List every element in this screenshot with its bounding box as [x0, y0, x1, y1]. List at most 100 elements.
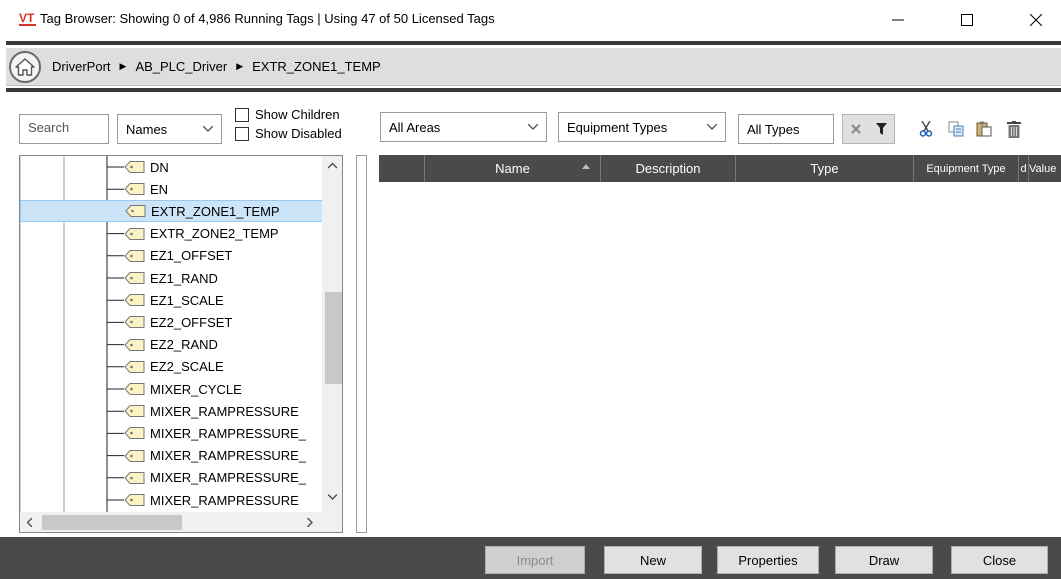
- tag-icon: [124, 316, 145, 329]
- names-select[interactable]: Names: [117, 114, 222, 144]
- column-header-type[interactable]: Type: [736, 155, 914, 182]
- title-bar: VT Tag Browser: Showing 0 of 4,986 Runni…: [0, 0, 1061, 40]
- breadcrumb-separator-icon: ▶: [236, 61, 244, 71]
- tree-item-label: EN: [150, 181, 169, 197]
- names-select-value: Names: [126, 121, 168, 137]
- tag-icon: [124, 338, 145, 351]
- header-divider: [6, 41, 1061, 45]
- show-disabled-checkbox[interactable]: [235, 126, 249, 141]
- close-button[interactable]: Close: [951, 546, 1048, 574]
- tree-vertical-scrollbar[interactable]: [322, 156, 342, 512]
- breadcrumb-item[interactable]: AB_PLC_Driver: [135, 59, 227, 74]
- cut-button[interactable]: [912, 114, 940, 144]
- show-disabled-option[interactable]: Show Disabled: [235, 126, 342, 141]
- grid-row-header: [379, 155, 425, 182]
- tree-vertical-scroll-thumb[interactable]: [325, 292, 342, 384]
- tree-item-label: EZ1_SCALE: [150, 292, 224, 308]
- column-header-description[interactable]: Description: [601, 155, 736, 182]
- tree-item-label: MIXER_RAMPRESSURE: [150, 492, 299, 508]
- tag-grid[interactable]: Name Description Type Equipment Type d V…: [379, 155, 1061, 533]
- tree-item[interactable]: EN: [124, 178, 168, 200]
- delete-button[interactable]: [1000, 114, 1028, 144]
- tree-item[interactable]: EZ1_OFFSET: [124, 245, 232, 267]
- toolbar: Search Names Show Children Show Disabled…: [0, 97, 1061, 153]
- tree-item[interactable]: MIXER_RAMPRESSURE: [124, 400, 299, 422]
- areas-select[interactable]: All Areas: [380, 112, 547, 142]
- close-window-button[interactable]: [1013, 0, 1059, 40]
- breadcrumb-item[interactable]: EXTR_ZONE1_TEMP: [252, 59, 381, 74]
- column-header-equipment-type[interactable]: Equipment Type: [914, 155, 1019, 182]
- show-children-option[interactable]: Show Children: [235, 107, 340, 122]
- search-input[interactable]: Search: [19, 114, 109, 144]
- types-field[interactable]: All Types: [738, 114, 834, 144]
- home-icon: [15, 58, 35, 76]
- tree-item[interactable]: MIXER_RAMPRESSURE_: [124, 445, 306, 467]
- import-button[interactable]: Import: [485, 546, 585, 574]
- tree-horizontal-scrollbar[interactable]: [20, 512, 322, 532]
- tree-item-label: MIXER_RAMPRESSURE: [150, 403, 299, 419]
- draw-button[interactable]: Draw: [835, 546, 933, 574]
- breadcrumb-bar: DriverPort ▶ AB_PLC_Driver ▶ EXTR_ZONE1_…: [6, 48, 1061, 86]
- tag-icon: [124, 294, 145, 307]
- tree-item[interactable]: EXTR_ZONE2_TEMP: [124, 223, 279, 245]
- tree-item-label: EXTR_ZONE1_TEMP: [151, 203, 280, 219]
- tree-item[interactable]: MIXER_RAMPRESSURE_: [124, 422, 306, 444]
- minimize-icon: [892, 19, 904, 21]
- trash-icon: [1007, 120, 1021, 138]
- breadcrumb-item[interactable]: DriverPort: [52, 59, 111, 74]
- tag-icon: [124, 383, 145, 395]
- column-label: Type: [810, 161, 839, 176]
- scroll-up-icon[interactable]: [328, 163, 337, 169]
- tag-icon: [124, 249, 145, 262]
- tree-item-label: MIXER_RAMPRESSURE_: [150, 470, 307, 486]
- tree-item-label: MIXER_RAMPRESSURE_: [150, 425, 307, 441]
- scroll-down-icon[interactable]: [328, 494, 337, 500]
- scroll-left-icon[interactable]: [27, 518, 33, 527]
- column-label: Name: [495, 161, 530, 176]
- filter-button[interactable]: [869, 115, 895, 143]
- column-header-value[interactable]: Value: [1029, 155, 1061, 182]
- tree-item[interactable]: EZ2_OFFSET: [124, 311, 232, 333]
- scroll-right-icon[interactable]: [307, 518, 313, 527]
- breadcrumb-separator-icon: ▶: [119, 61, 127, 71]
- clear-filter-button[interactable]: [843, 115, 869, 143]
- tree-item[interactable]: DN: [124, 156, 169, 178]
- show-children-checkbox[interactable]: [235, 107, 249, 122]
- tag-icon: [124, 227, 145, 240]
- column-label: d: [1020, 162, 1027, 175]
- column-header-d[interactable]: d: [1019, 155, 1029, 182]
- tree-item[interactable]: EZ1_SCALE: [124, 289, 224, 311]
- equipment-types-select[interactable]: Equipment Types: [558, 112, 726, 142]
- tree-item[interactable]: MIXER_RAMPRESSURE: [124, 489, 299, 511]
- areas-select-value: All Areas: [389, 119, 441, 135]
- tree-item[interactable]: MIXER_RAMPRESSURE_: [124, 467, 306, 489]
- tree-item-label: EZ1_OFFSET: [150, 248, 233, 264]
- show-children-label: Show Children: [255, 107, 340, 122]
- tree-item[interactable]: EZ2_SCALE: [124, 356, 224, 378]
- paste-button[interactable]: [970, 114, 998, 144]
- tag-icon: [124, 272, 145, 284]
- panel-splitter[interactable]: [356, 155, 367, 533]
- tag-icon: [124, 494, 145, 506]
- home-button[interactable]: [9, 51, 41, 83]
- copy-button[interactable]: [942, 114, 970, 144]
- tag-tree[interactable]: DN EN EXTR_ZONE1_TEMP EXTR_ZONE2_TEMP EZ1_OF…: [19, 155, 343, 533]
- tree-item-label: EZ2_RAND: [150, 337, 218, 353]
- tree-item[interactable]: EZ2_RAND: [124, 334, 218, 356]
- maximize-button[interactable]: [944, 0, 990, 40]
- minimize-button[interactable]: [875, 0, 921, 40]
- chevron-down-icon: [528, 124, 538, 130]
- tag-icon: [124, 161, 145, 173]
- tree-item-label: MIXER_RAMPRESSURE_: [150, 448, 307, 464]
- tree-item[interactable]: MIXER_CYCLE: [124, 378, 242, 400]
- tree-horizontal-scroll-thumb[interactable]: [42, 515, 182, 530]
- types-field-value: All Types: [747, 121, 800, 137]
- tree-item[interactable]: EZ1_RAND: [124, 267, 218, 289]
- tag-icon: [124, 471, 145, 484]
- chevron-down-icon: [203, 126, 213, 132]
- app-logo-icon: VT: [19, 11, 36, 26]
- new-button[interactable]: New: [604, 546, 702, 574]
- properties-button[interactable]: Properties: [717, 546, 819, 574]
- tree-item[interactable]: EXTR_ZONE1_TEMP: [20, 200, 323, 223]
- column-header-name[interactable]: Name: [425, 155, 601, 182]
